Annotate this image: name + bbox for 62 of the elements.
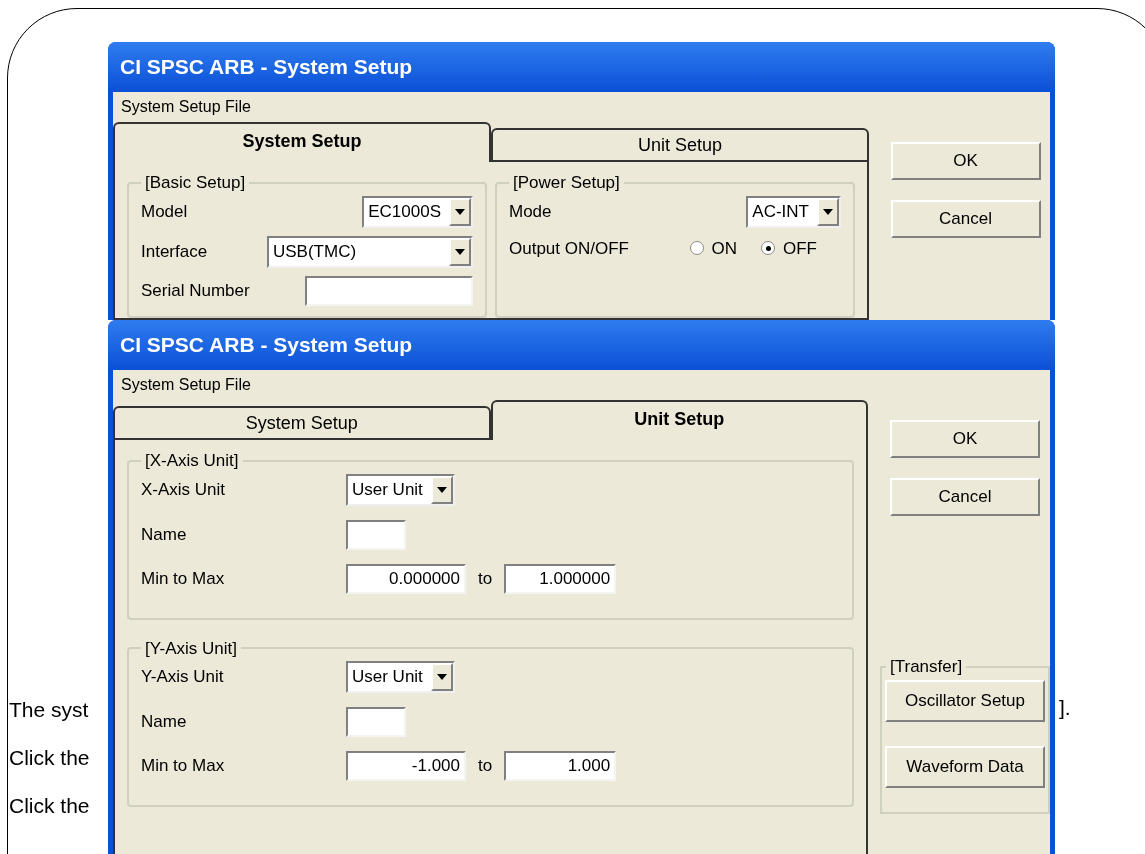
radio-button[interactable] xyxy=(689,241,704,256)
caret-icon xyxy=(455,248,465,255)
dialog-button[interactable]: Cancel xyxy=(890,200,1041,238)
field-label: Min to Max xyxy=(141,755,226,778)
caret-icon xyxy=(455,208,465,215)
dropdown[interactable]: User Unit xyxy=(346,473,455,506)
radio-button[interactable] xyxy=(761,241,775,256)
transfer-button[interactable]: Waveform Data xyxy=(885,745,1045,788)
field-label: Name xyxy=(141,523,188,546)
body-text: ]. xyxy=(1059,696,1071,719)
radio-option[interactable]: OFF xyxy=(761,235,817,261)
caret-icon xyxy=(436,674,447,680)
menu-item[interactable]: System Setup File xyxy=(121,95,251,119)
group-title: [Y-Axis Unit] xyxy=(144,637,238,660)
dialog-button[interactable]: Cancel xyxy=(890,478,1040,516)
dropdown[interactable]: USB(TMC) xyxy=(267,235,473,268)
input-field[interactable] xyxy=(346,519,406,550)
range-connector: to xyxy=(478,567,493,590)
caret-icon xyxy=(823,208,833,215)
dialog-button[interactable]: OK xyxy=(890,142,1041,180)
dropdown[interactable]: EC1000S xyxy=(362,195,473,228)
group-title: [X-Axis Unit] xyxy=(144,450,240,472)
field-label: Interface xyxy=(141,240,208,263)
field-label: Mode xyxy=(509,200,552,223)
tab[interactable]: Unit Setup xyxy=(491,128,869,162)
field-label: Serial Number xyxy=(141,279,250,302)
caret-icon xyxy=(436,486,447,493)
tab[interactable]: System Setup xyxy=(113,406,491,440)
range-connector: to xyxy=(478,755,493,778)
radio-option[interactable]: ON xyxy=(689,235,737,261)
input-field[interactable]: 1.000 xyxy=(504,751,617,781)
field-label: Min to Max xyxy=(141,567,226,590)
field-label: Output ON/OFF xyxy=(509,237,629,260)
dropdown[interactable]: AC-INT xyxy=(746,195,841,228)
tab[interactable]: Unit Setup xyxy=(490,400,868,440)
field-label: Y-Axis Unit xyxy=(141,666,225,689)
dropdown-arrow-button[interactable] xyxy=(449,197,471,226)
field-label: Name xyxy=(141,711,188,734)
dropdown-arrow-button[interactable] xyxy=(430,475,453,504)
field-label: X-Axis Unit xyxy=(141,478,227,501)
tab[interactable]: System Setup xyxy=(113,122,491,162)
body-text: Click the xyxy=(8,793,91,819)
input-field[interactable] xyxy=(305,275,473,306)
dropdown-arrow-button[interactable] xyxy=(817,197,839,226)
window-title: CI SPSC ARB - System Setup xyxy=(120,332,413,359)
dropdown-arrow-button[interactable] xyxy=(449,237,471,266)
dropdown[interactable]: User Unit xyxy=(346,661,455,693)
dropdown-arrow-button[interactable] xyxy=(430,663,453,691)
input-field[interactable]: 1.000000 xyxy=(504,563,617,594)
input-field[interactable]: 0.000000 xyxy=(346,563,466,594)
field-label: Model xyxy=(141,200,188,223)
dialog-button[interactable]: OK xyxy=(890,420,1040,458)
group-title: [Power Setup] xyxy=(512,172,621,194)
body-text: Click the xyxy=(8,745,91,771)
transfer-button[interactable]: Oscillator Setup xyxy=(885,679,1045,722)
group-title: [Basic Setup] xyxy=(144,172,247,194)
input-field[interactable] xyxy=(346,707,406,737)
body-text: The syst xyxy=(8,697,90,723)
menu-item[interactable]: System Setup File xyxy=(121,373,251,397)
input-field[interactable]: -1.000 xyxy=(346,751,466,781)
window-title: CI SPSC ARB - System Setup xyxy=(120,54,413,81)
group-title: [Transfer] xyxy=(889,656,964,678)
